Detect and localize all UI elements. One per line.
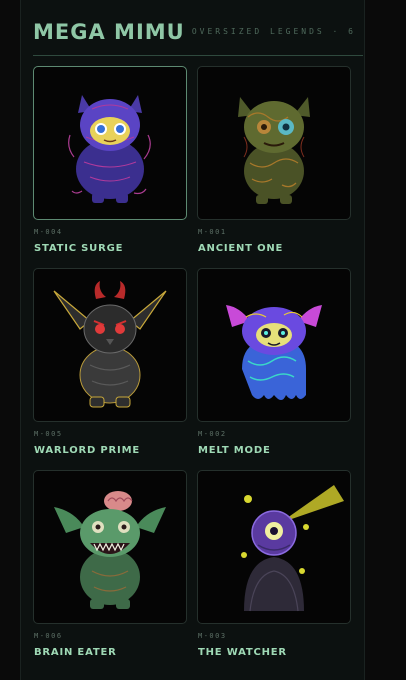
- brain-eater-creature-icon: [54, 491, 166, 609]
- header-divider: [33, 55, 363, 56]
- card-art[interactable]: [197, 66, 351, 220]
- card-code: M-004: [34, 228, 63, 236]
- card-code: M-005: [34, 430, 63, 438]
- collection-header: MEGA MIMU OVERSIZED LEGENDS · 6: [33, 18, 358, 46]
- card-name: THE WATCHER: [198, 647, 287, 658]
- card-code: M-006: [34, 632, 63, 640]
- card-art[interactable]: [197, 268, 351, 422]
- card-art[interactable]: [33, 66, 187, 220]
- ancient-one-creature-icon: [238, 97, 310, 204]
- card-code: M-003: [198, 632, 227, 640]
- card-name: ANCIENT ONE: [198, 243, 284, 254]
- card-art[interactable]: [197, 470, 351, 624]
- card-code: M-001: [198, 228, 227, 236]
- collection-title: MEGA MIMU: [33, 20, 185, 44]
- card-art[interactable]: [33, 470, 187, 624]
- card-name: BRAIN EATER: [34, 647, 117, 658]
- static-surge-creature-icon: [68, 95, 151, 203]
- mega-mimu-panel: MEGA MIMU OVERSIZED LEGENDS · 6 M-004 ST…: [20, 0, 365, 680]
- card-name: MELT MODE: [198, 445, 271, 456]
- warlord-prime-creature-icon: [53, 281, 167, 408]
- card-art[interactable]: [33, 268, 187, 422]
- card-name: WARLORD PRIME: [34, 445, 140, 456]
- card-name: STATIC SURGE: [34, 243, 124, 254]
- collection-subtitle: OVERSIZED LEGENDS · 6: [191, 27, 356, 36]
- melt-mode-creature-icon: [226, 305, 322, 400]
- card-code: M-002: [198, 430, 227, 438]
- the-watcher-creature-icon: [241, 485, 344, 612]
